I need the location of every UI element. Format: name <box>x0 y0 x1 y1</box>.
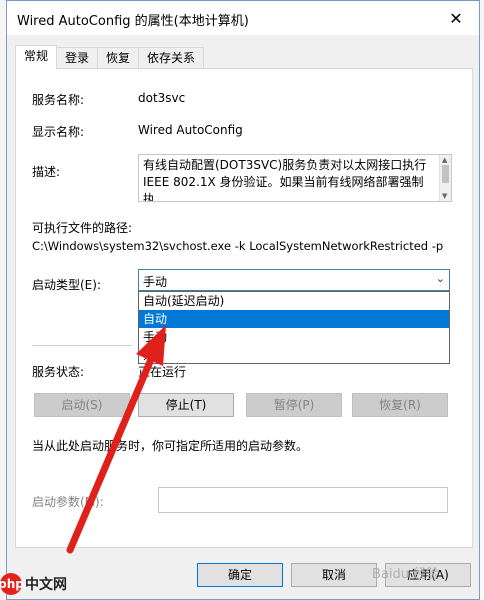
description-scrollbar[interactable]: ▲ ▼ <box>439 155 451 201</box>
start-button[interactable]: 启动(S) <box>34 393 130 417</box>
tab-general[interactable]: 常规 <box>15 45 58 69</box>
display-name-label: 显示名称: <box>32 125 85 139</box>
description-label: 描述: <box>32 165 61 179</box>
php-watermark: php 中文网 <box>0 573 67 595</box>
start-params-input[interactable] <box>158 487 448 513</box>
startup-option-manual[interactable]: 手动 <box>139 328 449 346</box>
tab-logon[interactable]: 登录 <box>56 47 99 69</box>
stop-button[interactable]: 停止(T) <box>138 393 234 417</box>
startup-type-current: 手动 <box>143 275 168 289</box>
start-params-label: 启动参数(M): <box>32 495 104 509</box>
section-divider <box>32 345 132 346</box>
cancel-button[interactable]: 取消 <box>291 563 377 587</box>
service-name-value: dot3svc <box>138 91 186 105</box>
display-name-value: Wired AutoConfig <box>138 123 243 137</box>
php-watermark-text: 中文网 <box>25 577 67 593</box>
startup-option-disabled[interactable]: 禁 <box>139 346 449 364</box>
ok-button[interactable]: 确定 <box>197 563 283 587</box>
scroll-up-icon[interactable]: ▲ <box>442 156 447 164</box>
pause-button[interactable]: 暂停(P) <box>246 393 342 417</box>
service-status-value: 正在运行 <box>138 365 187 379</box>
exe-path-label: 可执行文件的路径: <box>32 221 133 235</box>
title-bar[interactable]: Wired AutoConfig 的属性(本地计算机) ✕ <box>7 1 479 35</box>
chevron-down-icon[interactable]: ⌄ <box>436 272 445 285</box>
service-status-label: 服务状态: <box>32 365 85 379</box>
startup-type-select[interactable]: 手动 ⌄ <box>138 269 450 291</box>
properties-dialog: Wired AutoConfig 的属性(本地计算机) ✕ 常规 登录 恢复 依… <box>6 0 480 600</box>
resume-button[interactable]: 恢复(R) <box>352 393 448 417</box>
window-title: Wired AutoConfig 的属性(本地计算机) <box>17 14 249 29</box>
start-params-hint: 当从此处启动服务时，你可指定所适用的启动参数。 <box>32 439 309 453</box>
tab-recovery[interactable]: 恢复 <box>97 47 140 69</box>
close-button[interactable]: ✕ <box>433 1 479 35</box>
exe-path-value: C:\Windows\system32\svchost.exe -k Local… <box>32 239 444 253</box>
close-icon: ✕ <box>449 8 463 28</box>
startup-option-auto[interactable]: 自动 <box>139 310 449 328</box>
service-name-label: 服务名称: <box>32 93 85 107</box>
php-logo-icon: php <box>0 573 24 595</box>
description-text: 有线自动配置(DOT3SVC)服务负责对以太网接口执行 IEEE 802.1X … <box>143 158 427 202</box>
general-panel: 服务名称: dot3svc 显示名称: Wired AutoConfig 描述:… <box>15 68 473 548</box>
startup-option-auto-delayed[interactable]: 自动(延迟启动) <box>139 292 449 310</box>
description-textbox[interactable]: 有线自动配置(DOT3SVC)服务负责对以太网接口执行 IEEE 802.1X … <box>138 154 452 202</box>
scroll-thumb[interactable] <box>442 165 449 183</box>
baidu-watermark: Baidu 经验 <box>372 567 440 582</box>
tab-dependencies[interactable]: 依存关系 <box>138 47 205 69</box>
tab-strip: 常规 登录 恢复 依存关系 <box>15 45 205 69</box>
scroll-down-icon[interactable]: ▼ <box>442 192 447 200</box>
startup-type-label: 启动类型(E): <box>32 278 101 292</box>
startup-type-dropdown: 自动(延迟启动) 自动 手动 禁 <box>138 291 450 364</box>
